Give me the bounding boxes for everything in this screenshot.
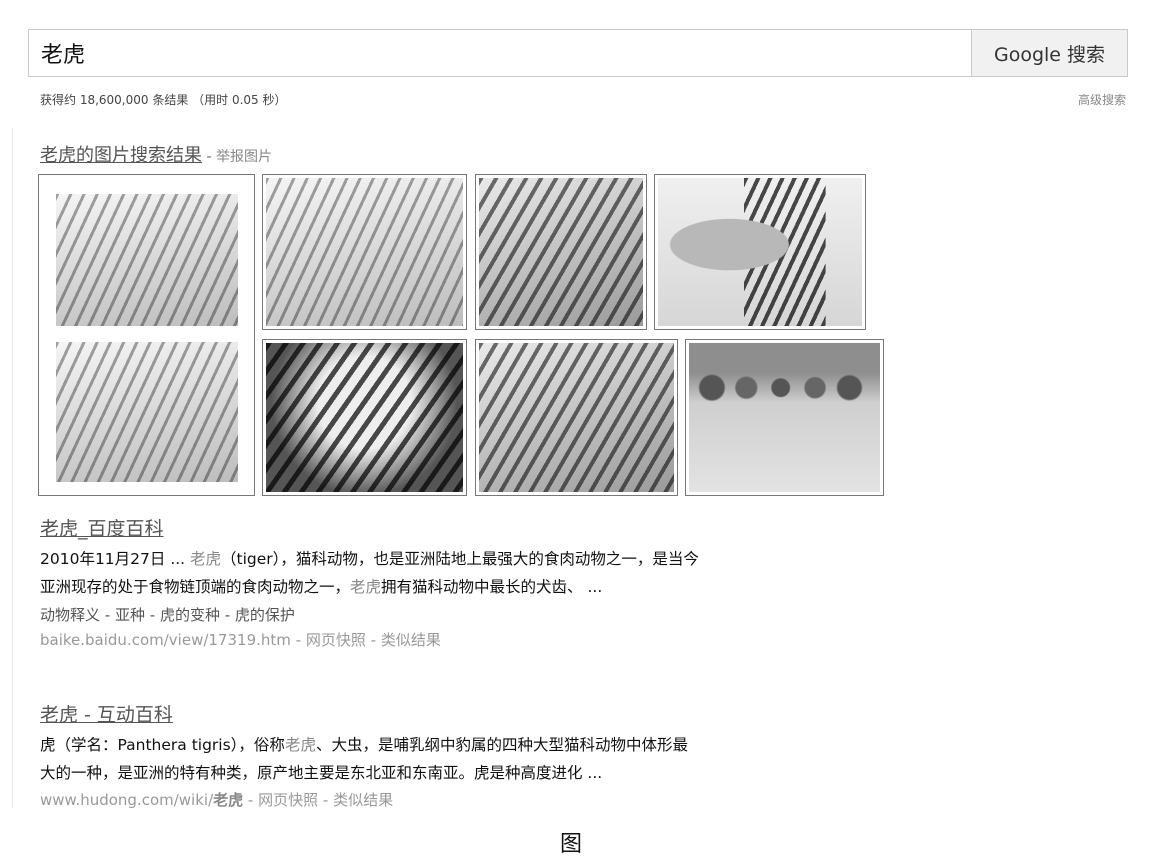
result-title-link[interactable]: 老虎_百度百科 <box>40 514 164 541</box>
sitelinks: 动物释义 - 亚种 - 虎的变种 - 虎的保护 <box>40 606 295 624</box>
sitelink[interactable]: 虎的保护 <box>235 606 295 624</box>
image-thumbnail-7[interactable] <box>685 339 884 496</box>
result-url: www.hudong.com/wiki/老虎 <box>40 791 244 809</box>
result-title-link[interactable]: 老虎 - 互动百科 <box>40 700 173 727</box>
snippet-text: 拥有猫科动物中最长的犬齿、 ... <box>381 578 603 596</box>
figure-label: 图 <box>560 832 583 857</box>
advanced-search-link[interactable]: 高级搜索 <box>1078 91 1126 108</box>
sitelink[interactable]: 虎的变种 <box>160 606 220 624</box>
image-results-link[interactable]: 老虎的图片搜索结果 <box>40 145 202 166</box>
result-stats: 获得约 18,600,000 条结果 （用时 0.05 秒） <box>40 93 287 107</box>
result-snippet: 2010年11月27日 ... 老虎（tiger），猫科动物，也是亚洲陆地上最强… <box>40 545 940 601</box>
report-images-link[interactable]: 举报图片 <box>216 149 272 165</box>
snippet-highlight: 老虎 <box>190 550 222 568</box>
snippet-highlight: 老虎 <box>284 736 316 754</box>
result-url: baike.baidu.com/view/17319.htm <box>40 631 291 649</box>
image-thumbnail-6[interactable] <box>475 339 678 496</box>
search-result-2: 老虎 - 互动百科 虎（学名：Panthera tigris），俗称老虎、大虫，… <box>40 700 940 813</box>
search-input[interactable] <box>28 29 971 77</box>
snippet-text: 、大虫，是哺乳纲中豹属的四种大型猫科动物中体形最 <box>315 736 688 754</box>
left-divider <box>12 128 13 818</box>
cache-link[interactable]: 网页快照 <box>306 631 366 649</box>
separator: - <box>202 149 216 165</box>
image-thumbnail-5[interactable] <box>262 339 467 496</box>
search-result-1: 老虎_百度百科 2010年11月27日 ... 老虎（tiger），猫科动物，也… <box>40 514 940 653</box>
page: { "search": { "query": "老虎", "button_lab… <box>0 0 1152 857</box>
similar-link[interactable]: 类似结果 <box>333 791 393 809</box>
cache-link[interactable]: 网页快照 <box>258 791 318 809</box>
snippet-highlight: 老虎 <box>350 578 382 596</box>
sitelink[interactable]: 亚种 <box>115 606 145 624</box>
snippet-text: 亚洲现存的处于食物链顶端的食肉动物之一， <box>40 578 351 596</box>
search-bar: Google 搜索 <box>28 29 1128 77</box>
image-thumbnail-1[interactable] <box>38 174 255 496</box>
snippet-text: （tiger），猫科动物，也是亚洲陆地上最强大的食肉动物之一，是当今 <box>221 550 699 568</box>
google-search-button[interactable]: Google 搜索 <box>971 29 1128 77</box>
image-thumbnail-3[interactable] <box>475 174 647 330</box>
snippet-text: 大的一种，是亚洲的特有种类，原产地主要是东北亚和东南亚。虎是种高度进化 ... <box>40 764 603 782</box>
image-results-header: 老虎的图片搜索结果 - 举报图片 <box>40 141 272 167</box>
snippet-text: 2010年11月27日 ... <box>40 550 191 568</box>
result-url-line: baike.baidu.com/view/17319.htm - 网页快照 - … <box>40 631 441 649</box>
snippet-text: 虎（学名：Panthera tigris），俗称 <box>40 736 285 754</box>
sitelink[interactable]: 动物释义 <box>40 606 100 624</box>
image-thumbnail-2[interactable] <box>262 174 467 330</box>
similar-link[interactable]: 类似结果 <box>381 631 441 649</box>
image-thumbnail-4[interactable] <box>654 174 866 330</box>
result-snippet: 虎（学名：Panthera tigris），俗称老虎、大虫，是哺乳纲中豹属的四种… <box>40 731 940 787</box>
